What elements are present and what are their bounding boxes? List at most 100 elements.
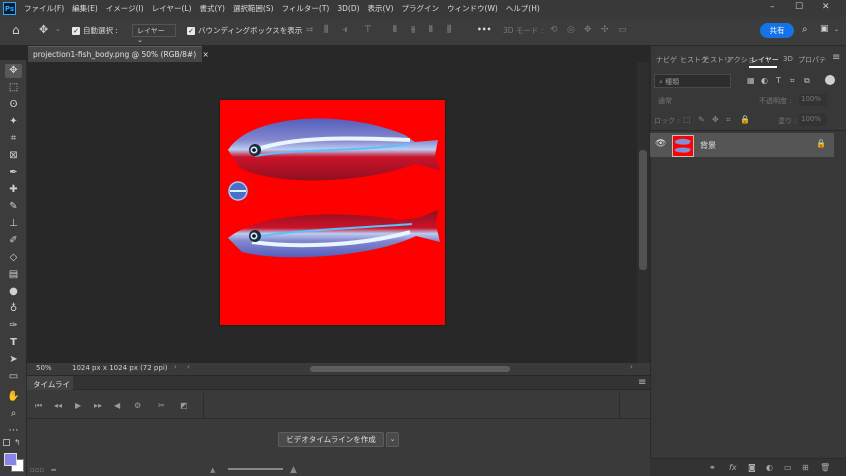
go-prev-frame-icon[interactable]: ◂◂ bbox=[54, 401, 62, 410]
magic-wand-tool-icon[interactable]: ✦ bbox=[5, 115, 22, 129]
play-icon[interactable]: ▶ bbox=[75, 401, 81, 410]
settings-gear-icon[interactable]: ⚙ bbox=[134, 401, 141, 410]
align-center-h-icon[interactable]: ⫼ bbox=[324, 25, 328, 35]
search-icon[interactable]: ⌕ bbox=[802, 24, 808, 35]
zoom-in-mountain-icon[interactable]: ▲ bbox=[290, 465, 297, 475]
move-tool-icon[interactable]: ✥ bbox=[39, 23, 48, 36]
scroll-left-icon[interactable]: ‹ bbox=[187, 363, 190, 371]
menu-file[interactable]: ファイル(F) bbox=[24, 3, 64, 14]
menu-help[interactable]: ヘルプ(H) bbox=[506, 3, 540, 14]
layer-name[interactable]: 背景 bbox=[700, 140, 716, 151]
opacity-field[interactable]: 100% bbox=[799, 94, 827, 106]
lock-transparent-icon[interactable]: ⬚ bbox=[683, 115, 691, 124]
distribute-center-icon[interactable]: ⫵ bbox=[411, 25, 415, 35]
align-right-icon[interactable]: ⫣ bbox=[342, 25, 347, 35]
menu-plugins[interactable]: プラグイン bbox=[402, 3, 440, 14]
hand-tool-icon[interactable]: ✋ bbox=[5, 390, 22, 404]
tab-navigator[interactable]: ナビゲ bbox=[656, 55, 677, 65]
layer-style-fx-icon[interactable]: fx bbox=[729, 463, 737, 472]
filter-shape-icon[interactable]: ⌗ bbox=[790, 76, 795, 86]
audio-icon[interactable]: ◀ bbox=[114, 401, 120, 410]
panel-menu-icon[interactable]: ≡ bbox=[832, 52, 840, 63]
zoom-out-mountain-icon[interactable]: ▲ bbox=[210, 466, 215, 474]
tab-timeline[interactable]: タイムライン bbox=[27, 376, 73, 400]
menu-view[interactable]: 表示(V) bbox=[368, 3, 394, 14]
horizontal-scrollbar-thumb[interactable] bbox=[310, 366, 510, 372]
workspace-chevron-icon[interactable]: ⌄ bbox=[834, 26, 839, 33]
move-tool-icon[interactable]: ✥ bbox=[5, 64, 22, 78]
document-tab[interactable]: projection1-fish_body.png @ 50% (RGB/8#)… bbox=[28, 46, 209, 62]
new-layer-icon[interactable]: ⊞ bbox=[802, 463, 809, 472]
panel-menu-icon[interactable]: ≡ bbox=[638, 377, 646, 388]
frame-tool-icon[interactable]: ⊠ bbox=[5, 149, 22, 163]
menu-layer[interactable]: レイヤー(L) bbox=[152, 3, 192, 14]
lock-position-icon[interactable]: ✥ bbox=[712, 115, 719, 124]
link-layers-icon[interactable]: ⚭ bbox=[709, 463, 716, 472]
menu-image[interactable]: イメージ(I) bbox=[106, 3, 144, 14]
menu-select[interactable]: 選択範囲(S) bbox=[233, 3, 274, 14]
drag-3d-icon[interactable]: ✥ bbox=[584, 25, 592, 35]
foreground-color-swatch[interactable] bbox=[4, 453, 17, 466]
eyedropper-tool-icon[interactable]: ✒ bbox=[5, 166, 22, 180]
brush-tool-icon[interactable]: ✎ bbox=[5, 200, 22, 214]
pen-tool-icon[interactable]: ✑ bbox=[5, 319, 22, 333]
slide-3d-icon[interactable]: ✣ bbox=[601, 25, 609, 35]
marquee-tool-icon[interactable]: ⬚ bbox=[5, 81, 22, 95]
tab-layers[interactable]: レイヤー bbox=[751, 55, 779, 65]
close-window-icon[interactable]: ✕ bbox=[822, 2, 830, 12]
scroll-right-icon[interactable]: › bbox=[630, 363, 633, 371]
delete-layer-icon[interactable]: 🗑 bbox=[820, 463, 830, 472]
eraser-tool-icon[interactable]: ◇ bbox=[5, 251, 22, 265]
camera-3d-icon[interactable]: ▭ bbox=[618, 25, 627, 35]
tool-preset-chevron-icon[interactable]: ⌄ bbox=[55, 25, 61, 33]
visibility-eye-icon[interactable]: 👁 bbox=[655, 139, 666, 149]
auto-select-checkbox[interactable]: ✓ 自動選択 : bbox=[72, 25, 118, 36]
lock-image-icon[interactable]: ✎ bbox=[698, 115, 705, 124]
more-options-icon[interactable]: ••• bbox=[477, 25, 491, 34]
distribute-left-icon[interactable]: ⫴ bbox=[393, 25, 397, 35]
type-tool-icon[interactable]: T bbox=[5, 336, 22, 350]
rectangle-tool-icon[interactable]: ▭ bbox=[5, 370, 22, 384]
lock-artboard-icon[interactable]: ⌗ bbox=[726, 115, 731, 125]
close-document-icon[interactable]: × bbox=[203, 50, 209, 59]
align-top-icon[interactable]: ⊤ bbox=[364, 25, 372, 35]
default-colors-icon[interactable] bbox=[3, 439, 10, 446]
tab-properties[interactable]: プロパテ bbox=[798, 55, 826, 65]
gradient-tool-icon[interactable]: ▤ bbox=[5, 268, 22, 282]
align-left-icon[interactable]: ⫤ bbox=[306, 25, 313, 35]
bounding-box-checkbox[interactable]: ✓ バウンディングボックスを表示 bbox=[187, 25, 302, 36]
canvas[interactable] bbox=[220, 100, 445, 325]
transition-icon[interactable]: ◩ bbox=[180, 401, 188, 410]
menu-type[interactable]: 書式(Y) bbox=[200, 3, 225, 14]
filter-adjustment-icon[interactable]: ◐ bbox=[761, 76, 768, 85]
lock-all-icon[interactable]: 🔒 bbox=[740, 115, 750, 124]
menu-edit[interactable]: 編集(E) bbox=[72, 3, 98, 14]
filter-pixel-icon[interactable]: ▦ bbox=[747, 76, 755, 85]
auto-select-dropdown[interactable]: レイヤー ⌄ bbox=[132, 24, 176, 44]
path-selection-tool-icon[interactable]: ➤ bbox=[5, 353, 22, 367]
home-icon[interactable]: ⌂ bbox=[12, 23, 20, 37]
roll-3d-icon[interactable]: ◎ bbox=[567, 25, 575, 35]
go-next-frame-icon[interactable]: ▸▸ bbox=[94, 401, 102, 410]
orbit-3d-icon[interactable]: ⟲ bbox=[550, 25, 558, 35]
zoom-tool-icon[interactable]: ⌕ bbox=[5, 407, 22, 421]
add-mask-icon[interactable]: ◙ bbox=[748, 463, 756, 472]
minimize-icon[interactable]: – bbox=[770, 2, 775, 12]
blur-tool-icon[interactable]: ● bbox=[5, 285, 22, 299]
crop-tool-icon[interactable]: ⌗ bbox=[5, 132, 22, 146]
fill-field[interactable]: 100% bbox=[799, 114, 827, 126]
menu-filter[interactable]: フィルター(T) bbox=[282, 3, 330, 14]
layer-filter-search[interactable]: ⌕ 種類 bbox=[654, 74, 731, 88]
distribute-right-icon[interactable]: ⫴ bbox=[429, 25, 433, 35]
create-timeline-dropdown-icon[interactable]: ⌄ bbox=[386, 432, 399, 447]
workspace-icon[interactable]: ▣ bbox=[820, 24, 829, 34]
distribute-spacing-icon[interactable]: ⫼ bbox=[447, 25, 451, 35]
filter-toggle-icon[interactable] bbox=[825, 75, 835, 85]
zoom-level[interactable]: 50% bbox=[36, 364, 52, 372]
menu-3d[interactable]: 3D(D) bbox=[337, 4, 359, 13]
filter-smart-object-icon[interactable]: ⧉ bbox=[804, 76, 810, 86]
filter-type-icon[interactable]: T bbox=[776, 76, 781, 85]
new-group-icon[interactable]: ▭ bbox=[784, 463, 792, 472]
create-video-timeline-button[interactable]: ビデオタイムラインを作成 bbox=[278, 432, 384, 447]
status-menu-chevron-icon[interactable]: › bbox=[174, 363, 177, 371]
